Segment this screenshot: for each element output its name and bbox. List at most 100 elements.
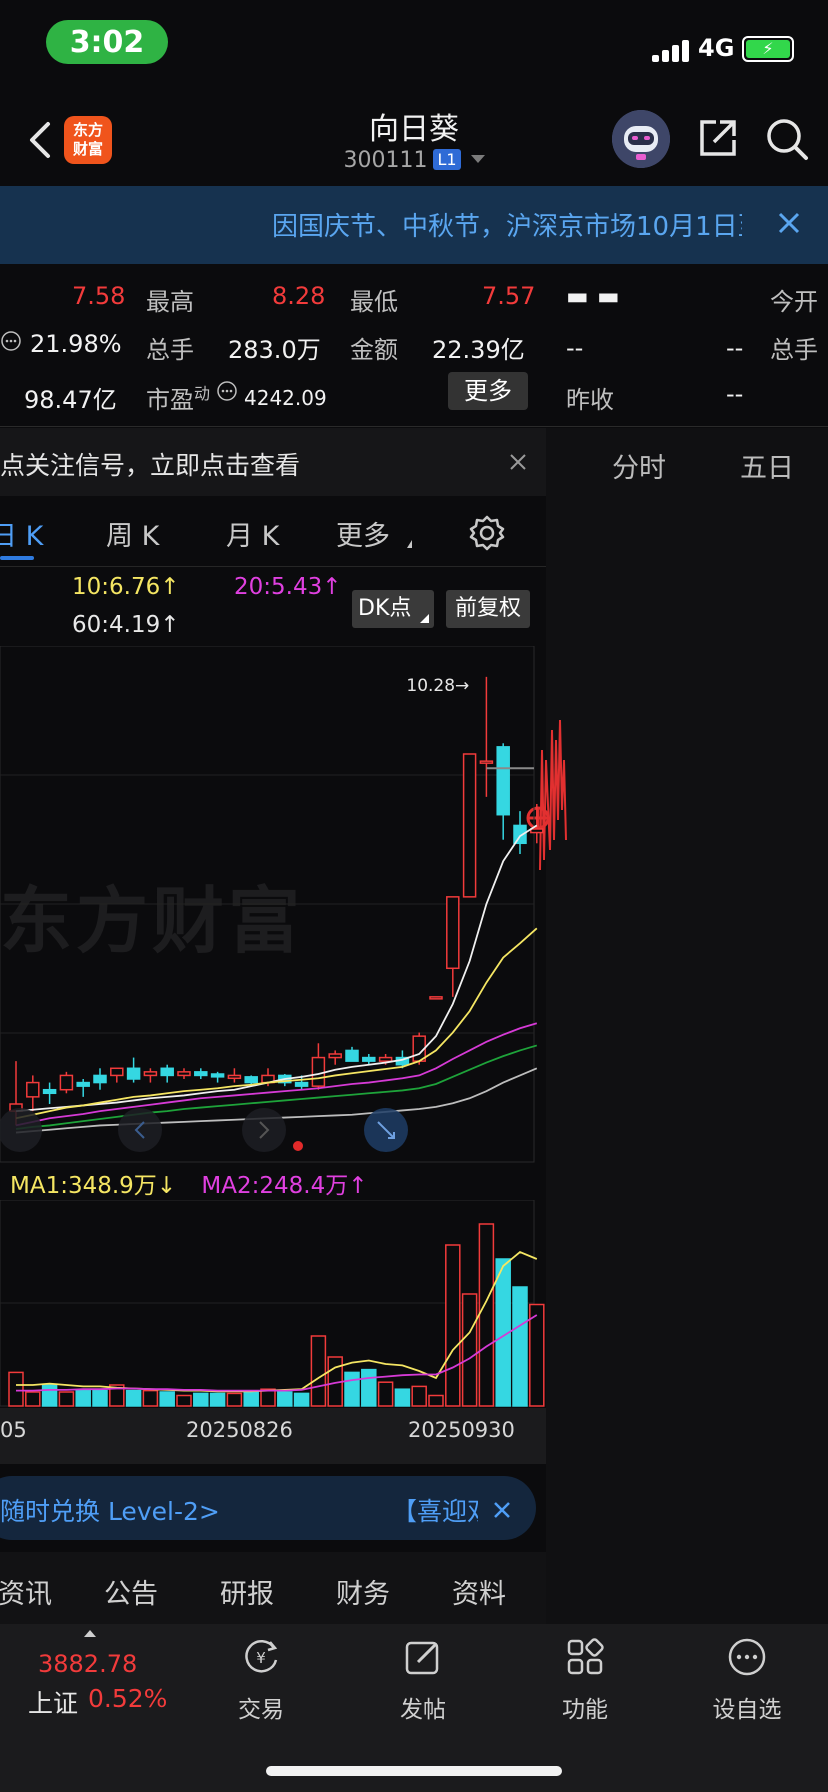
ma-arrow-up: ↑ <box>160 574 180 600</box>
close-icon[interactable] <box>506 450 530 474</box>
close-icon[interactable] <box>490 1498 514 1522</box>
volume-bar <box>445 1244 461 1407</box>
trade-icon: ¥ <box>245 1640 278 1673</box>
dropdown-triangle-icon <box>420 614 429 623</box>
candle-body <box>479 760 494 764</box>
volume-bar <box>142 1389 159 1407</box>
close-icon[interactable] <box>772 206 806 240</box>
nav-trade[interactable]: ¥ 交易 <box>206 1636 316 1724</box>
assistant-robot-icon[interactable] <box>612 110 670 168</box>
volume-bar <box>243 1391 259 1407</box>
volume-bar <box>125 1389 142 1407</box>
ma-arrow-up: ↑ <box>322 574 342 600</box>
tab-more[interactable]: 更多 <box>336 514 390 553</box>
volume-bar <box>92 1389 108 1407</box>
low-label: 最低 <box>350 288 398 316</box>
index-name[interactable]: 上证 <box>28 1684 78 1720</box>
nav-functions-label: 功能 <box>562 1697 608 1723</box>
pe-label: 市盈动 <box>146 380 210 415</box>
candle-body <box>378 1056 393 1062</box>
high-value: 8.28 <box>272 282 326 310</box>
pe-label-text: 市盈 <box>146 386 194 414</box>
event-dot <box>293 1141 303 1151</box>
candle-body <box>362 1056 376 1062</box>
svg-text:¥: ¥ <box>256 1649 266 1667</box>
ma20-label: 20:5.43↑ <box>234 574 342 600</box>
turnover-rate: 21.98% <box>30 330 122 358</box>
nav-circle-icon <box>118 1108 162 1152</box>
tab-announcements[interactable]: 公告 <box>104 1572 158 1611</box>
volume-chart[interactable] <box>0 1200 546 1410</box>
share-icon[interactable] <box>696 116 740 160</box>
tab-profile[interactable]: 资料 <box>452 1572 506 1611</box>
tab-news[interactable]: 资讯 <box>0 1572 52 1611</box>
volume-bar <box>344 1371 360 1407</box>
placeholder-value: -- <box>726 334 744 362</box>
grid-icon <box>567 1638 604 1675</box>
volume-bar <box>394 1388 411 1407</box>
candle-body <box>59 1074 74 1091</box>
tab-five-day[interactable]: 五日 <box>740 446 794 485</box>
index-value[interactable]: 3882.78 <box>38 1650 137 1678</box>
pe-value: 4242.09 <box>244 386 327 410</box>
info-icon[interactable] <box>0 330 22 352</box>
expand-up-icon[interactable] <box>84 1630 96 1637</box>
more-quote-button[interactable]: 更多 <box>448 372 528 410</box>
high-label: 最高 <box>146 288 194 316</box>
volume-label-2: 总手 <box>770 336 818 364</box>
candle-body <box>210 1073 225 1078</box>
back-icon[interactable] <box>24 118 56 162</box>
search-icon[interactable] <box>764 116 810 162</box>
prev-close-value: -- <box>726 380 744 408</box>
kline-chart[interactable]: 10.28→ <box>0 646 546 1166</box>
volume-bars <box>8 1223 545 1407</box>
vol-ma1-label: MA1:348.9万 <box>10 1173 157 1199</box>
placeholder-dash: ▬ ▬ <box>566 282 620 310</box>
quote-value: 7.58 <box>72 282 126 310</box>
tab-monthly-k[interactable]: 月 K <box>226 514 279 553</box>
stock-code-row[interactable]: 300111 L1 <box>300 148 528 173</box>
candle-body <box>194 1071 208 1077</box>
volume-bar <box>377 1381 394 1407</box>
tab-financials[interactable]: 财务 <box>336 1572 390 1611</box>
low-value: 7.57 <box>482 282 536 310</box>
vol-ma1-arrow: ↓ <box>156 1173 177 1199</box>
edit-icon <box>405 1641 439 1675</box>
ma-arrow-up: ↑ <box>160 612 180 638</box>
nav-functions[interactable]: 功能 <box>530 1636 640 1724</box>
tab-intraday[interactable]: 分时 <box>612 446 666 485</box>
nav-add-watchlist[interactable]: 设自选 <box>692 1636 802 1724</box>
candle-body <box>177 1071 191 1077</box>
divider <box>0 426 828 427</box>
candle-body <box>93 1074 107 1084</box>
volume-bar <box>293 1392 310 1407</box>
level2-link[interactable]: 随时兑换 Level-2> <box>0 1492 220 1528</box>
volume-bar <box>209 1392 226 1407</box>
tab-weekly-k[interactable]: 周 K <box>106 514 159 553</box>
tab-active-indicator <box>0 556 34 560</box>
candle-body <box>311 1056 326 1087</box>
nav-circle-icon <box>242 1108 286 1152</box>
ma60-value: 60:4.19 <box>72 612 161 638</box>
candle-body <box>160 1067 174 1077</box>
tab-research[interactable]: 研报 <box>220 1572 274 1611</box>
pe-dynamic-mark: 动 <box>194 384 211 403</box>
ma10-label: 10:6.76↑ <box>72 574 180 600</box>
volume-bar <box>428 1394 444 1407</box>
nav-circle-icon <box>0 1108 42 1152</box>
gear-icon[interactable] <box>468 514 506 552</box>
tab-daily-k[interactable]: 日 K <box>0 514 43 553</box>
stock-name[interactable]: 向日葵 <box>300 104 528 148</box>
candle-body <box>328 1053 342 1059</box>
date-label: 05 <box>0 1418 27 1442</box>
candle-body <box>530 828 544 834</box>
forward-adjust-button[interactable]: 前复权 <box>446 590 530 628</box>
vol-ma2-arrow: ↑ <box>348 1173 368 1199</box>
index-change-pct[interactable]: 0.52% <box>88 1684 167 1713</box>
open-label: 今开 <box>770 288 818 316</box>
candle-body <box>143 1071 158 1077</box>
nav-post[interactable]: 发帖 <box>368 1636 478 1724</box>
candle-body <box>446 896 460 970</box>
info-icon[interactable] <box>216 380 238 402</box>
volume-value: 283.0万 <box>228 336 321 364</box>
